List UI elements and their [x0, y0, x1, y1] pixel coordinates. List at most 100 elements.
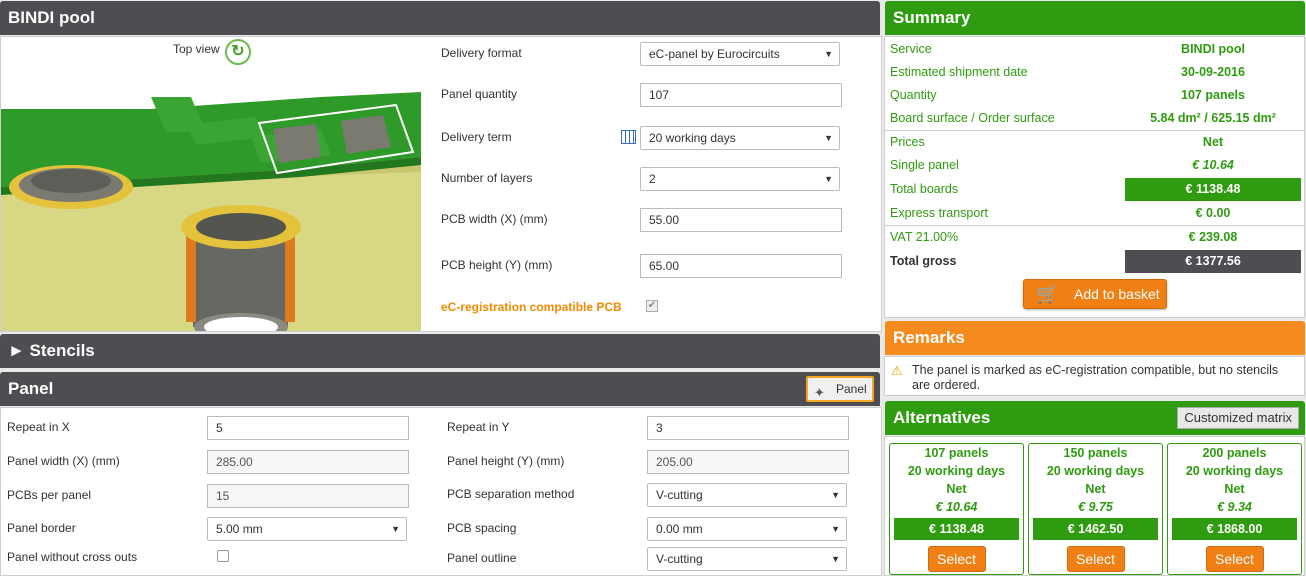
repeat-x-label: Repeat in X: [7, 420, 70, 434]
pcb-separation-row: PCB separation method V-cutting: [447, 483, 867, 507]
panel-without-cross-outs-row: Panel without cross outs: [7, 546, 427, 570]
repeat-y-input[interactable]: 3: [647, 416, 849, 440]
panel-outline-select[interactable]: V-cutting: [647, 547, 847, 571]
alt-basis: Net: [1224, 482, 1245, 496]
single-panel-value: € 10.64: [1192, 158, 1234, 172]
alternative-card[interactable]: 107 panels 20 working days Net € 10.64 €…: [889, 443, 1024, 575]
panel-width-value: 285.00: [207, 450, 409, 474]
panel-quantity-row: Panel quantity 107: [441, 83, 861, 107]
summary-service-row: Service BINDI pool: [885, 38, 1304, 61]
panel-section-header: Panel ✦ Panel: [0, 372, 880, 406]
panel-wizard-button[interactable]: ✦ Panel: [806, 376, 874, 402]
alt-basis: Net: [946, 482, 967, 496]
quantity-label: Quantity: [890, 88, 937, 102]
surface-value: 5.84 dm² / 625.15 dm²: [1150, 111, 1276, 125]
service-value: BINDI pool: [1181, 42, 1245, 56]
pcbs-per-panel-label: PCBs per panel: [7, 488, 92, 502]
pcb-separation-select[interactable]: V-cutting: [647, 483, 847, 507]
prices-value: Net: [1202, 135, 1224, 149]
panel-height-row: Panel height (Y) (mm) 205.00: [447, 450, 867, 474]
delivery-term-row: Delivery term 20 working days: [441, 126, 861, 150]
panel-without-cross-outs-checkbox[interactable]: [217, 550, 229, 562]
product-title: BINDI pool: [0, 1, 880, 35]
service-label: Service: [890, 42, 932, 56]
number-of-layers-label: Number of layers: [441, 171, 533, 185]
alt-unit-price: € 9.75: [1078, 500, 1113, 514]
total-boards-label: Total boards: [890, 182, 959, 196]
summary-gross-row: Total gross € 1377.56: [885, 250, 1304, 273]
alt-quantity: 107 panels: [924, 446, 989, 460]
add-to-basket-button[interactable]: 🛒 Add to basket: [1023, 279, 1167, 309]
alternative-card[interactable]: 200 panels 20 working days Net € 9.34 € …: [1167, 443, 1302, 575]
alt-select-button[interactable]: Select: [1066, 546, 1125, 572]
express-label: Express transport: [890, 206, 988, 220]
shipment-date-value: 30-09-2016: [1181, 65, 1245, 79]
calendar-icon[interactable]: [621, 130, 636, 144]
rotate-view-icon[interactable]: ↻: [225, 39, 251, 65]
summary-single-row: Single panel € 10.64: [885, 154, 1304, 177]
surface-label: Board surface / Order surface: [890, 111, 1055, 125]
summary-title: Summary: [885, 1, 1305, 35]
express-value: € 0.00: [1195, 206, 1231, 220]
single-panel-label: Single panel: [890, 158, 959, 172]
panel-border-select[interactable]: 5.00 mm: [207, 517, 407, 541]
pcb-3d-viewer[interactable]: Top view ↻: [1, 37, 421, 331]
alt-select-button[interactable]: Select: [927, 546, 986, 572]
product-config-panel: Top view ↻ Delivery format eC-panel by E…: [0, 36, 882, 332]
stencils-toggle[interactable]: ► Stencils: [0, 334, 880, 368]
panel-border-label: Panel border: [7, 521, 76, 535]
summary-total-boards-row: Total boards € 1138.48: [885, 178, 1304, 201]
gross-label: Total gross: [890, 254, 957, 268]
pcb-spacing-select[interactable]: 0.00 mm: [647, 517, 847, 541]
customized-matrix-button[interactable]: Customized matrix: [1177, 407, 1299, 429]
pcb-spacing-label: PCB spacing: [447, 521, 517, 535]
remarks-panel: ⚠ The panel is marked as eC-registration…: [884, 356, 1305, 396]
repeat-y-label: Repeat in Y: [447, 420, 510, 434]
number-of-layers-select[interactable]: 2: [640, 167, 840, 191]
delivery-format-select[interactable]: eC-panel by Eurocircuits: [640, 42, 840, 66]
pcb-width-input[interactable]: 55.00: [640, 208, 842, 232]
delivery-format-row: Delivery format eC-panel by Eurocircuits: [441, 42, 861, 66]
summary-vat-row: VAT 21.00% € 239.08: [885, 226, 1304, 249]
panel-height-label: Panel height (Y) (mm): [447, 454, 565, 468]
panel-section-title: Panel: [8, 379, 54, 398]
pcb-width-row: PCB width (X) (mm) 55.00: [441, 208, 861, 232]
pcb-height-input[interactable]: 65.00: [640, 254, 842, 278]
panel-quantity-label: Panel quantity: [441, 87, 518, 101]
alternatives-title: Alternatives: [893, 408, 991, 427]
panel-border-row: Panel border 5.00 mm: [7, 517, 427, 541]
vat-label: VAT 21.00%: [890, 230, 959, 244]
summary-surface-row: Board surface / Order surface 5.84 dm² /…: [885, 107, 1304, 130]
delivery-term-select[interactable]: 20 working days: [640, 126, 840, 150]
panel-without-cross-outs-label: Panel without cross outs: [7, 550, 138, 564]
ec-registration-label: eC-registration compatible PCB: [441, 300, 622, 314]
number-of-layers-row: Number of layers 2: [441, 167, 861, 191]
summary-quantity-row: Quantity 107 panels: [885, 84, 1304, 107]
summary-express-row: Express transport € 0.00: [885, 202, 1304, 225]
panel-quantity-input[interactable]: 107: [640, 83, 842, 107]
delivery-format-label: Delivery format: [441, 46, 522, 60]
alt-unit-price: € 10.64: [935, 500, 978, 514]
panel-config-body: Repeat in X 5 Panel width (X) (mm) 285.0…: [0, 407, 882, 576]
alt-quantity: 150 panels: [1063, 446, 1128, 460]
total-boards-value: € 1138.48: [1125, 178, 1301, 201]
summary-ship-row: Estimated shipment date 30-09-2016: [885, 61, 1304, 84]
gross-value: € 1377.56: [1125, 250, 1301, 273]
panel-outline-row: Panel outline V-cutting: [447, 547, 867, 571]
alt-quantity: 200 panels: [1202, 446, 1267, 460]
pcb-separation-label: PCB separation method: [447, 487, 575, 501]
ec-registration-checkbox[interactable]: ✔: [646, 300, 658, 312]
panel-height-value: 205.00: [647, 450, 849, 474]
alternatives-header: Alternatives Customized matrix: [885, 401, 1305, 435]
pcb-spacing-row: PCB spacing 0.00 mm: [447, 517, 867, 541]
panel-wizard-label: Panel: [836, 382, 867, 396]
repeat-y-row: Repeat in Y 3: [447, 416, 867, 440]
alt-select-button[interactable]: Select: [1205, 546, 1264, 572]
alternatives-panel: 107 panels 20 working days Net € 10.64 €…: [884, 436, 1305, 576]
alternative-card[interactable]: 150 panels 20 working days Net € 9.75 € …: [1028, 443, 1163, 575]
delivery-term-label: Delivery term: [441, 130, 512, 144]
alt-total-price: € 1462.50: [1033, 518, 1158, 540]
summary-prices-row: Prices Net: [885, 131, 1304, 154]
repeat-x-input[interactable]: 5: [207, 416, 409, 440]
remarks-title: Remarks: [885, 321, 1305, 355]
